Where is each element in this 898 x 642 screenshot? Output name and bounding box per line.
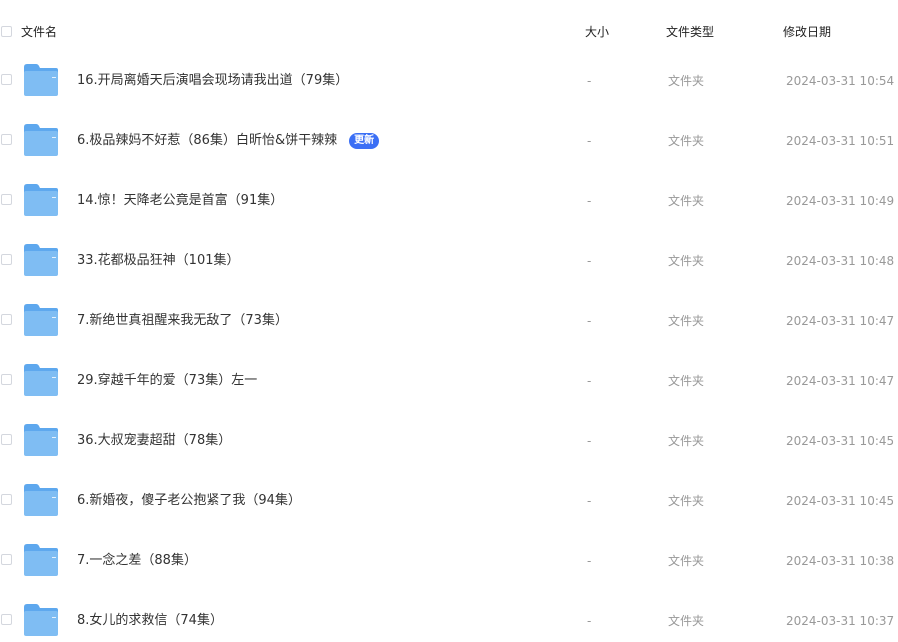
file-size: - (587, 314, 592, 328)
row-checkbox[interactable] (1, 614, 12, 625)
table-row[interactable]: 16.开局离婚天后演唱会现场请我出道（79集） - 文件夹 2024-03-31 10… (0, 60, 898, 120)
row-checkbox[interactable] (1, 554, 12, 565)
folder-icon[interactable] (23, 243, 59, 277)
row-checkbox[interactable] (1, 254, 12, 265)
modified-date: 2024-03-31 10:45 (786, 434, 895, 448)
modified-date: 2024-03-31 10:47 (786, 374, 895, 388)
table-row[interactable]: 29.穿越千年的爱（73集）左一 - 文件夹 2024-03-31 10:47 (0, 360, 898, 420)
modified-date: 2024-03-31 10:48 (786, 254, 895, 268)
file-name-link[interactable]: 7.一念之差（88集） (77, 553, 197, 569)
column-header-name[interactable]: 文件名 (21, 25, 57, 39)
file-name-link[interactable]: 6.新婚夜，傻子老公抱紧了我（94集） (77, 493, 301, 509)
file-type: 文件夹 (668, 254, 705, 268)
file-name-link[interactable]: 16.开局离婚天后演唱会现场请我出道（79集） (77, 73, 348, 89)
folder-icon[interactable] (23, 303, 59, 337)
column-header-modified[interactable]: 修改日期 (783, 25, 831, 39)
file-name-text[interactable]: 36.大叔宠妻超甜（78集） (77, 433, 231, 448)
folder-icon[interactable] (23, 363, 59, 397)
file-name-link[interactable]: 33.花都极品狂神（101集） (77, 253, 240, 269)
file-type: 文件夹 (668, 314, 705, 328)
modified-date: 2024-03-31 10:54 (786, 74, 895, 88)
file-size: - (587, 74, 592, 88)
folder-icon[interactable] (23, 543, 59, 577)
modified-date: 2024-03-31 10:51 (786, 134, 895, 148)
file-type: 文件夹 (668, 74, 705, 88)
file-size: - (587, 614, 592, 628)
row-checkbox[interactable] (1, 194, 12, 205)
file-name-link[interactable]: 14.惊！天降老公竟是首富（91集） (77, 193, 283, 209)
modified-date: 2024-03-31 10:38 (786, 554, 895, 568)
file-name-link[interactable]: 7.新绝世真祖醒来我无敌了（73集） (77, 313, 288, 329)
table-row[interactable]: 14.惊！天降老公竟是首富（91集） - 文件夹 2024-03-31 10:49 (0, 180, 898, 240)
file-name-link[interactable]: 8.女儿的求救信（74集） (77, 613, 223, 629)
modified-date: 2024-03-31 10:37 (786, 614, 895, 628)
file-list: 文件名 大小 文件类型 修改日期 16.开局离婚天后演唱会现场请我出道（79集）… (0, 0, 898, 642)
folder-icon[interactable] (23, 483, 59, 517)
file-name-text[interactable]: 7.新绝世真祖醒来我无敌了（73集） (77, 313, 288, 328)
folder-icon[interactable] (23, 123, 59, 157)
file-size: - (587, 194, 592, 208)
file-size: - (587, 554, 592, 568)
table-row[interactable]: 36.大叔宠妻超甜（78集） - 文件夹 2024-03-31 10:45 (0, 420, 898, 480)
row-checkbox[interactable] (1, 134, 12, 145)
file-name-text[interactable]: 6.极品辣妈不好惹（86集）白昕怡&饼干辣辣 (77, 133, 337, 148)
column-header-type[interactable]: 文件类型 (666, 25, 714, 39)
file-size: - (587, 374, 592, 388)
file-type: 文件夹 (668, 494, 705, 508)
table-row[interactable]: 6.新婚夜，傻子老公抱紧了我（94集） - 文件夹 2024-03-31 10:45 (0, 480, 898, 540)
modified-date: 2024-03-31 10:49 (786, 194, 895, 208)
table-row[interactable]: 7.一念之差（88集） - 文件夹 2024-03-31 10:38 (0, 540, 898, 600)
file-type: 文件夹 (668, 374, 705, 388)
table-row[interactable]: 33.花都极品狂神（101集） - 文件夹 2024-03-31 10:48 (0, 240, 898, 300)
row-checkbox[interactable] (1, 374, 12, 385)
file-name-text[interactable]: 29.穿越千年的爱（73集）左一 (77, 373, 257, 388)
table-row[interactable]: 8.女儿的求救信（74集） - 文件夹 2024-03-31 10:37 (0, 600, 898, 642)
row-checkbox[interactable] (1, 434, 12, 445)
file-name-link[interactable]: 36.大叔宠妻超甜（78集） (77, 433, 231, 449)
file-name-text[interactable]: 8.女儿的求救信（74集） (77, 613, 223, 628)
table-row[interactable]: 6.极品辣妈不好惹（86集）白昕怡&饼干辣辣 更新 - 文件夹 2024-03-31 1… (0, 120, 898, 180)
file-type: 文件夹 (668, 434, 705, 448)
folder-icon[interactable] (23, 603, 59, 637)
file-name-text[interactable]: 16.开局离婚天后演唱会现场请我出道（79集） (77, 73, 348, 88)
file-size: - (587, 254, 592, 268)
file-size: - (587, 434, 592, 448)
table-header: 文件名 大小 文件类型 修改日期 (0, 18, 898, 46)
modified-date: 2024-03-31 10:47 (786, 314, 895, 328)
file-type: 文件夹 (668, 134, 705, 148)
file-type: 文件夹 (668, 614, 705, 628)
row-checkbox[interactable] (1, 74, 12, 85)
file-name-link[interactable]: 6.极品辣妈不好惹（86集）白昕怡&饼干辣辣 更新 (77, 133, 380, 149)
table-row[interactable]: 7.新绝世真祖醒来我无敌了（73集） - 文件夹 2024-03-31 10:47 (0, 300, 898, 360)
folder-icon[interactable] (23, 63, 59, 97)
row-checkbox[interactable] (1, 494, 12, 505)
file-size: - (587, 494, 592, 508)
folder-icon[interactable] (23, 183, 59, 217)
file-name-text[interactable]: 14.惊！天降老公竟是首富（91集） (77, 193, 283, 208)
column-header-size[interactable]: 大小 (585, 25, 609, 39)
file-name-text[interactable]: 33.花都极品狂神（101集） (77, 253, 240, 268)
file-name-text[interactable]: 7.一念之差（88集） (77, 553, 197, 568)
file-size: - (587, 134, 592, 148)
row-checkbox[interactable] (1, 314, 12, 325)
file-type: 文件夹 (668, 194, 705, 208)
folder-icon[interactable] (23, 423, 59, 457)
update-badge: 更新 (349, 133, 380, 149)
file-type: 文件夹 (668, 554, 705, 568)
file-name-link[interactable]: 29.穿越千年的爱（73集）左一 (77, 373, 257, 389)
file-name-text[interactable]: 6.新婚夜，傻子老公抱紧了我（94集） (77, 493, 301, 508)
select-all-checkbox[interactable] (1, 26, 12, 37)
modified-date: 2024-03-31 10:45 (786, 494, 895, 508)
